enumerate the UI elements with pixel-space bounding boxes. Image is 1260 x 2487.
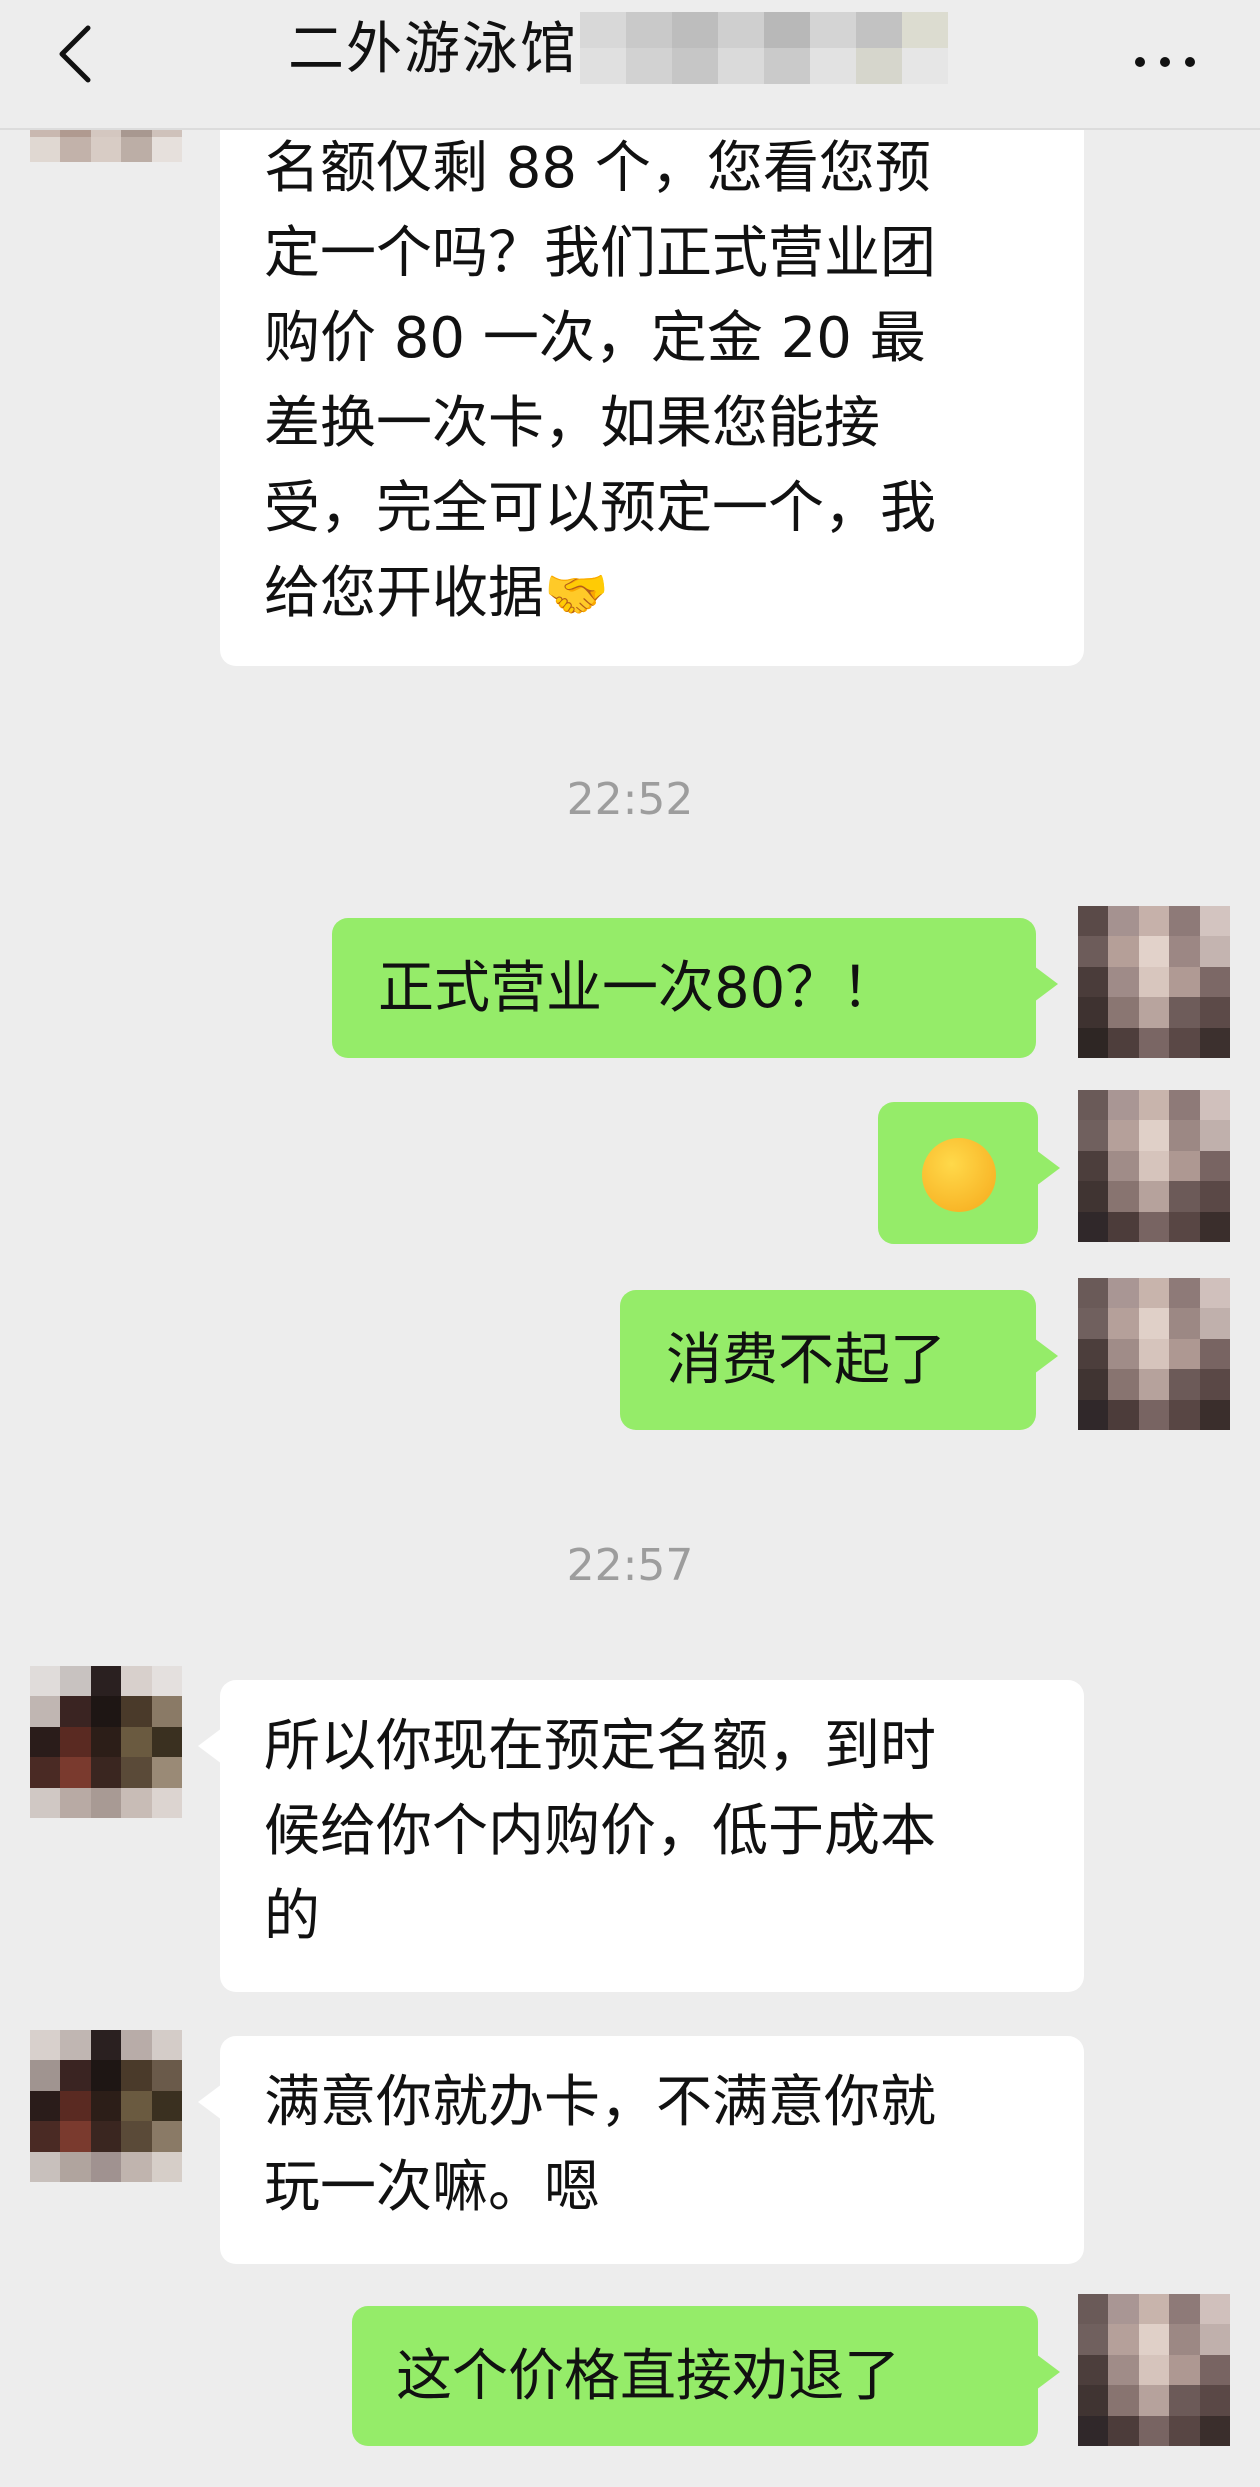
message-text: 这个价格直接劝退了 bbox=[396, 2344, 900, 2409]
user-avatar[interactable] bbox=[1078, 2294, 1230, 2446]
message-line: 受，完全可以预定一个，我 bbox=[264, 476, 936, 541]
message-line: 候给你个内购价，低于成本 bbox=[264, 1799, 936, 1864]
message-text: 消费不起了 bbox=[666, 1328, 946, 1393]
outgoing-message[interactable]: 这个价格直接劝退了 bbox=[352, 2306, 1060, 2446]
user-avatar[interactable] bbox=[1078, 1090, 1230, 1242]
message-line: 的 bbox=[264, 1884, 320, 1949]
incoming-message[interactable]: 满意你就办卡，不满意你就 玩一次嘛。嗯 bbox=[198, 2036, 1084, 2264]
chevron-left-icon bbox=[59, 25, 91, 83]
outgoing-message[interactable]: 正式营业一次80？！ bbox=[332, 918, 1058, 1058]
message-line: 所以你现在预定名额，到时 bbox=[264, 1714, 936, 1779]
outgoing-message[interactable]: 消费不起了 bbox=[620, 1290, 1058, 1430]
message-line: 差换一次卡，如果您能接 bbox=[264, 391, 880, 456]
user-avatar[interactable] bbox=[1078, 1278, 1230, 1430]
contact-avatar[interactable] bbox=[30, 1666, 182, 1818]
message-line: 玩一次嘛。嗯 bbox=[264, 2155, 600, 2220]
message-line: 定一个吗？我们正式营业团 bbox=[264, 221, 936, 286]
chat-title: 二外游泳馆 bbox=[288, 17, 578, 82]
more-options-button[interactable] bbox=[1120, 20, 1210, 100]
message-text: 正式营业一次80？！ bbox=[378, 956, 898, 1021]
user-avatar[interactable] bbox=[1078, 906, 1230, 1058]
message-line-with-emoji: 给您开收据🤝 bbox=[264, 551, 1048, 638]
more-dots-icon bbox=[1135, 57, 1195, 67]
back-button[interactable] bbox=[40, 14, 120, 94]
incoming-message[interactable]: 所以你现在预定名额，到时 候给你个内购价，低于成本 的 bbox=[198, 1680, 1084, 1992]
handshake-icon: 🤝 bbox=[544, 565, 609, 625]
contact-avatar[interactable] bbox=[30, 2030, 182, 2182]
message-line: 给您开收据 bbox=[264, 561, 544, 626]
message-line: 名额仅剩 88 个，您看您预 bbox=[264, 136, 931, 201]
title-blur-mosaic bbox=[580, 12, 948, 84]
timestamp: 22:52 bbox=[566, 774, 694, 825]
timestamp: 22:57 bbox=[566, 1540, 694, 1591]
message-line: 满意你就办卡，不满意你就 bbox=[264, 2070, 936, 2135]
chat-header: 二外游泳馆 bbox=[0, 0, 1260, 130]
incoming-message[interactable]: 名额仅剩 88 个，您看您预 定一个吗？我们正式营业团 购价 80 一次，定金 … bbox=[220, 112, 1084, 666]
message-line: 购价 80 一次，定金 20 最 bbox=[264, 306, 926, 371]
